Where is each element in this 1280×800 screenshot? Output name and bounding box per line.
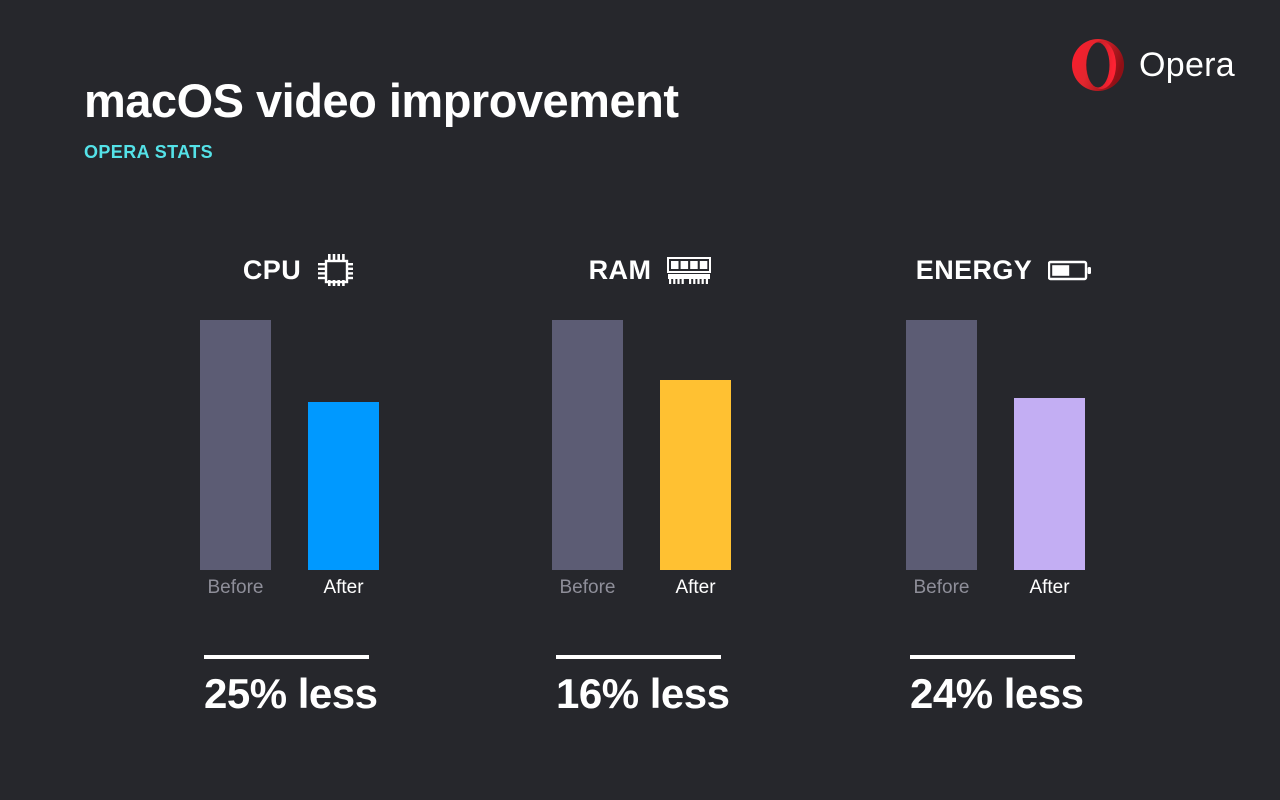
bars-cpu	[118, 320, 478, 570]
opera-o-icon	[1072, 39, 1124, 91]
bar-column-before-cpu	[200, 320, 271, 570]
page-title: macOS video improvement	[84, 74, 679, 127]
result-cpu: 25% less	[204, 655, 434, 715]
bar-after-cpu	[308, 402, 379, 570]
metric-header-ram: RAM	[470, 240, 830, 300]
bar-before-energy	[906, 320, 977, 570]
metric-header-cpu: CPU	[118, 240, 478, 300]
metric-group-cpu: CPU Before After 25% less	[118, 240, 478, 740]
cpu-chip-icon	[318, 254, 354, 286]
result-text-energy: 24% less	[910, 670, 1084, 717]
bar-caption-after-ram: After	[675, 577, 716, 598]
bar-caption-before-energy: Before	[913, 577, 970, 598]
bar-caption-after-energy: After	[1029, 577, 1070, 598]
ram-stick-icon	[667, 257, 712, 284]
bar-after-ram	[660, 380, 731, 570]
bar-column-before-ram	[552, 320, 623, 570]
metric-group-energy: ENERGY Before After 24% less	[824, 240, 1184, 740]
result-text-ram: 16% less	[556, 670, 730, 717]
opera-brand-name: Opera	[1139, 46, 1235, 84]
metric-group-ram: RAM Before After 16% less	[470, 240, 830, 740]
result-rule-ram	[556, 655, 721, 659]
bar-before-ram	[552, 320, 623, 570]
metric-label-energy: ENERGY	[915, 254, 1033, 285]
battery-icon	[1048, 260, 1092, 281]
bar-column-after-energy	[1014, 320, 1085, 570]
metric-header-energy: ENERGY	[824, 240, 1184, 300]
bar-column-before-energy	[906, 320, 977, 570]
metric-label-cpu: CPU	[242, 254, 302, 285]
bar-after-energy	[1014, 398, 1085, 570]
metrics-container: CPU Before After 25% less RAM Before Aft…	[0, 240, 1280, 740]
result-ram: 16% less	[556, 655, 786, 715]
bar-caption-after-cpu: After	[323, 577, 364, 598]
result-rule-cpu	[204, 655, 369, 659]
opera-brand-logo: Opera	[1070, 37, 1235, 93]
page-subtitle: OPERA STATS	[84, 142, 214, 162]
bar-column-after-ram	[660, 320, 731, 570]
bar-before-cpu	[200, 320, 271, 570]
bars-ram	[470, 320, 830, 570]
bar-column-after-cpu	[308, 320, 379, 570]
result-text-cpu: 25% less	[204, 670, 378, 717]
bars-energy	[824, 320, 1184, 570]
result-rule-energy	[910, 655, 1075, 659]
result-energy: 24% less	[910, 655, 1140, 715]
metric-label-ram: RAM	[588, 254, 652, 285]
bar-caption-before-ram: Before	[559, 577, 616, 598]
bar-caption-before-cpu: Before	[207, 577, 264, 598]
